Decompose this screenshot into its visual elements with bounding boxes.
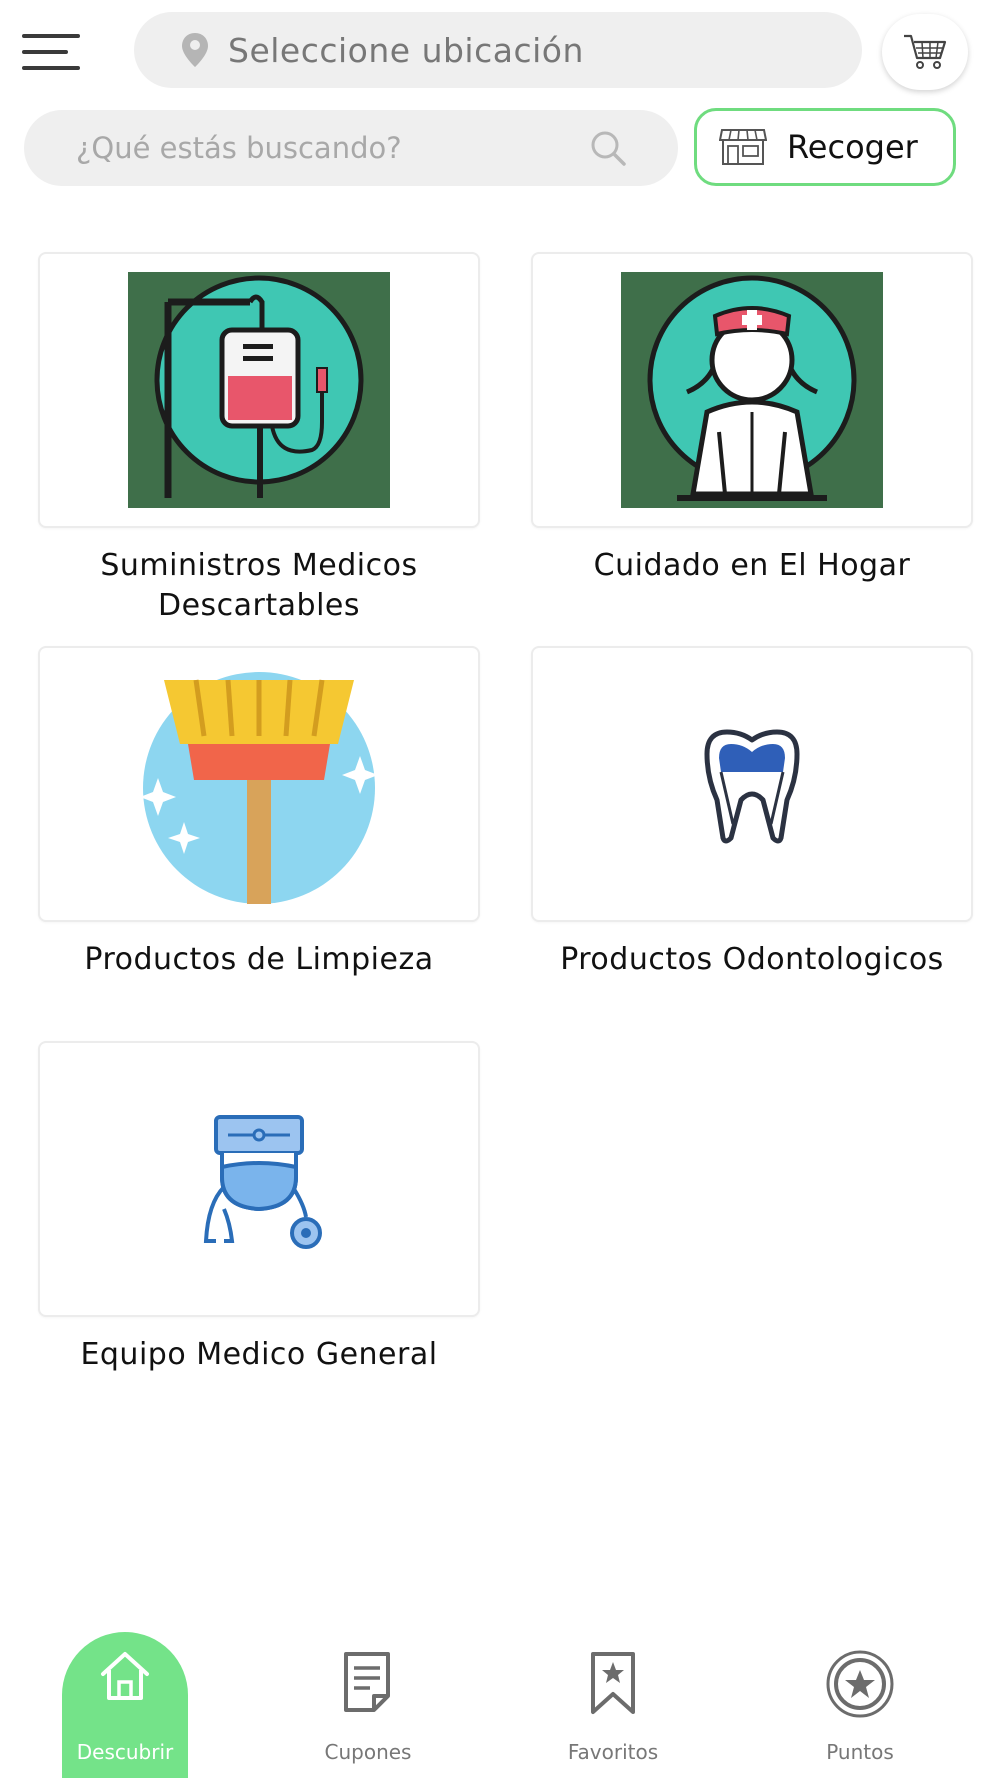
search-input[interactable] bbox=[74, 130, 578, 166]
category-name: Productos de Limpieza bbox=[84, 942, 434, 977]
location-selector[interactable]: Seleccione ubicación bbox=[134, 12, 862, 88]
nav-label: Descubrir bbox=[76, 1740, 174, 1764]
category-equipo-medico[interactable]: Equipo Medico General bbox=[38, 1041, 480, 1375]
category-productos-odontologicos[interactable]: Productos Odontologicos bbox=[531, 646, 973, 980]
nav-item-descubrir[interactable]: Descubrir bbox=[50, 1600, 200, 1778]
category-cuidado-hogar[interactable]: Cuidado en El Hogar bbox=[531, 252, 973, 586]
category-productos-limpieza[interactable]: Productos de Limpieza bbox=[38, 646, 480, 980]
nav-item-favoritos[interactable]: Favoritos bbox=[538, 1600, 688, 1778]
shopping-cart-icon bbox=[904, 34, 947, 69]
search-bar bbox=[24, 110, 678, 186]
menu-button[interactable] bbox=[22, 26, 84, 76]
location-label: Seleccione ubicación bbox=[228, 30, 584, 70]
category-card bbox=[38, 252, 480, 528]
nav-item-puntos[interactable]: Puntos bbox=[785, 1600, 935, 1778]
menu-line bbox=[22, 50, 68, 54]
nav-label: Favoritos bbox=[567, 1740, 659, 1764]
category-name: Suministros Medicos Descartables bbox=[100, 548, 418, 623]
nav-label: Cupones bbox=[324, 1740, 412, 1764]
nurse-icon bbox=[621, 272, 883, 508]
category-name: Equipo Medico General bbox=[80, 1337, 438, 1372]
category-card bbox=[531, 646, 973, 922]
tooth-icon bbox=[704, 729, 800, 844]
home-icon bbox=[101, 1652, 149, 1700]
nav-label: Puntos bbox=[826, 1740, 894, 1764]
storefront-icon bbox=[719, 129, 767, 165]
category-name: Cuidado en El Hogar bbox=[593, 548, 911, 583]
menu-line bbox=[22, 66, 80, 70]
category-suministros-medicos[interactable]: Suministros Medicos Descartables bbox=[38, 252, 480, 626]
broom-icon bbox=[140, 672, 378, 904]
doctor-stethoscope-icon bbox=[203, 1115, 322, 1249]
bottom-navigation: Descubrir Cupones Favoritos Puntos bbox=[0, 1600, 1000, 1778]
star-badge-icon bbox=[826, 1650, 894, 1718]
category-card bbox=[38, 646, 480, 922]
iv-bag-icon bbox=[128, 272, 390, 508]
category-card bbox=[531, 252, 973, 528]
location-pin-icon bbox=[182, 33, 208, 67]
pickup-label: Recoger bbox=[787, 128, 918, 166]
menu-line bbox=[22, 34, 80, 38]
category-name: Productos Odontologicos bbox=[560, 942, 944, 977]
cart-button[interactable] bbox=[882, 14, 968, 90]
search-icon[interactable] bbox=[588, 128, 628, 168]
category-card bbox=[38, 1041, 480, 1317]
pickup-button[interactable]: Recoger bbox=[694, 108, 956, 186]
coupon-document-icon bbox=[344, 1652, 390, 1712]
nav-item-cupones[interactable]: Cupones bbox=[293, 1600, 443, 1778]
bookmark-star-icon bbox=[591, 1652, 635, 1714]
